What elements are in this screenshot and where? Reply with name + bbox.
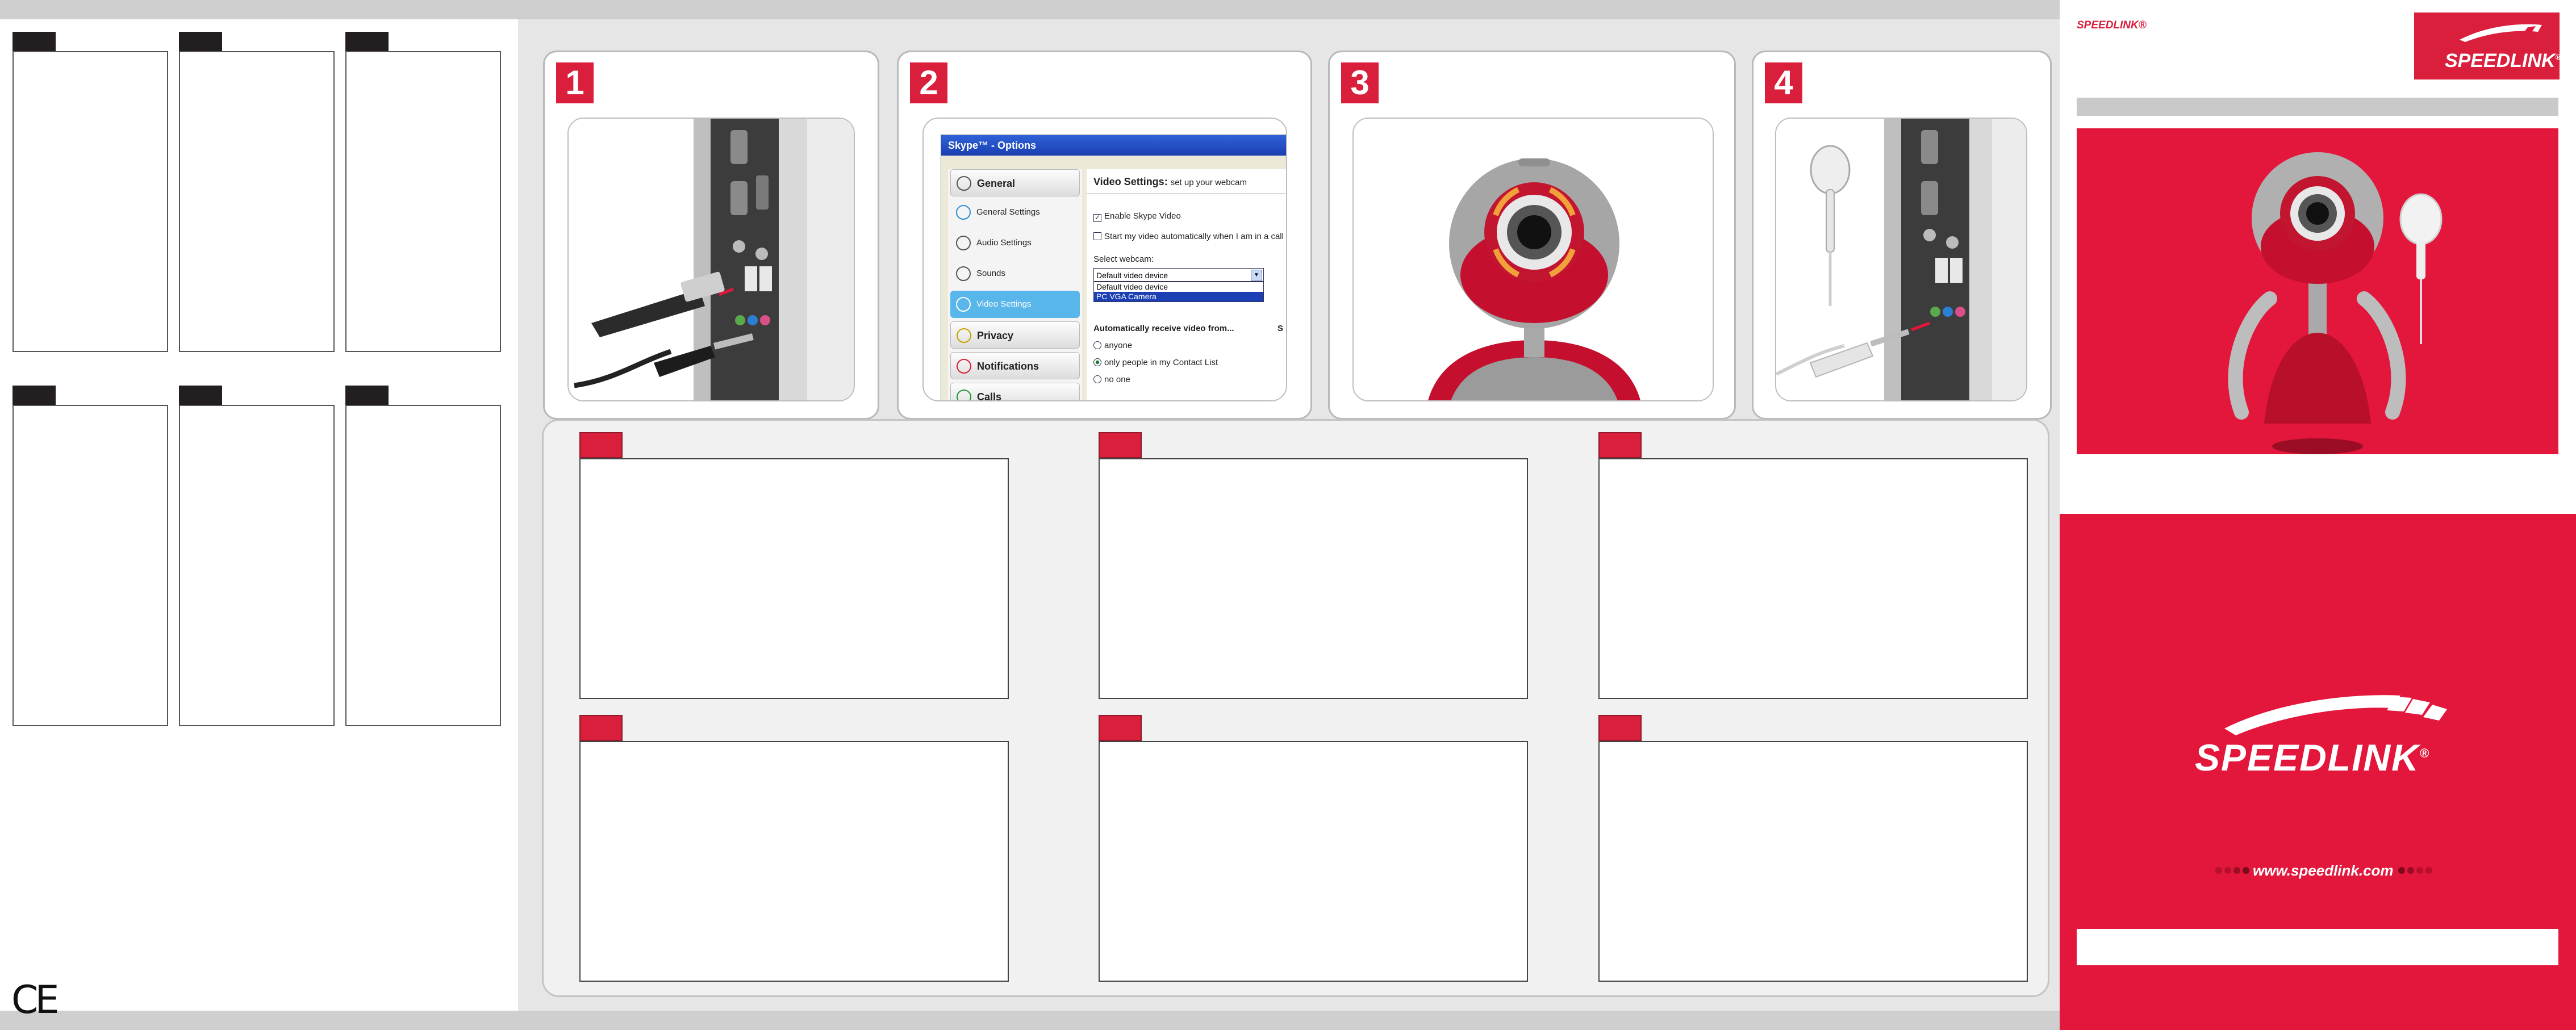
receive-video-label: Automatically receive video from... [1093, 324, 1234, 333]
window-title: Skype™ - Options [941, 135, 1286, 156]
language-text-box [579, 741, 1009, 982]
receive-option-anyone[interactable]: anyone [1093, 341, 1132, 350]
small-brand-logo: SPEEDLINK® [2077, 19, 2147, 31]
enable-video-checkbox[interactable]: ✓ Enable Skype Video [1093, 211, 1181, 222]
language-text-box [1598, 458, 2028, 699]
language-box [179, 405, 335, 726]
skype-options-window: Skype™ - Options General General Setting… [941, 135, 1286, 400]
brand-logo-box: SPEEDLINK® [2414, 12, 2561, 79]
video-settings-pane: Video Settings: set up your webcam ✓ Enab… [1087, 169, 1286, 400]
url-dots-right [2398, 866, 2432, 874]
left-panel: CE [0, 19, 518, 1023]
sidebar-item-general-settings[interactable]: General Settings [950, 199, 1080, 226]
step-number: 4 [1765, 62, 1802, 103]
bottom-bar [0, 1011, 2060, 1030]
sidebar-item-notifications[interactable]: Notifications [950, 352, 1080, 379]
step-card-1: 1 [543, 51, 879, 420]
language-text-box [1099, 741, 1528, 982]
step-number: 1 [556, 62, 594, 103]
brand-logo-text: SPEEDLINK® [2445, 50, 2561, 72]
webcam-select[interactable]: Default video device ▼ [1093, 268, 1264, 282]
panel-divider [518, 19, 525, 1011]
receive-option-contacts[interactable]: only people in my Contact List [1093, 358, 1218, 367]
ce-mark: CE [11, 978, 59, 1023]
step-card-3: 3 [1328, 51, 1736, 420]
webcam-dropdown-list: Default video device PC VGA Camera [1093, 282, 1264, 302]
language-flag-tab [1099, 432, 1142, 458]
language-text-box [579, 458, 1009, 699]
step-illustration-webcam-adjust [1352, 118, 1714, 401]
url-dots-left [2215, 866, 2249, 874]
webcam-option[interactable]: Default video device [1094, 282, 1263, 292]
step-number: 2 [910, 62, 947, 103]
webcam-headset-illustration [2077, 128, 2558, 454]
receive-option-no-one[interactable]: no one [1093, 375, 1130, 384]
sidebar-item-privacy[interactable]: Privacy [950, 321, 1080, 349]
language-flag-tab [1099, 715, 1142, 741]
language-tab [345, 386, 389, 405]
language-box [12, 51, 168, 352]
sidebar-item-sounds[interactable]: Sounds [950, 260, 1080, 287]
language-tab [345, 32, 389, 51]
text-boxes-panel [542, 419, 2049, 997]
step-illustration-usb-plug [567, 118, 855, 401]
webcam-option[interactable]: PC VGA Camera [1094, 292, 1263, 302]
sidebar-item-calls[interactable]: Calls [950, 383, 1080, 400]
language-tab [179, 32, 222, 51]
cut-text: S [1277, 324, 1284, 333]
settings-heading: Video Settings: set up your webcam [1093, 176, 1247, 187]
select-webcam-label: Select webcam: [1093, 254, 1154, 264]
grey-strip [2077, 98, 2558, 116]
language-flag-tab [579, 715, 623, 741]
language-box [179, 51, 335, 352]
language-flag-tab [1598, 432, 1642, 458]
sidebar-item-audio-settings[interactable]: Audio Settings [950, 229, 1080, 257]
language-tab [179, 386, 222, 405]
language-flag-tab [579, 432, 623, 458]
step-illustration-headset-plug [1775, 118, 2027, 401]
step-card-4: 4 [1752, 51, 2052, 420]
center-panel: 1 2 Skype™ - Options General General Set… [525, 19, 2060, 1011]
top-bar [0, 0, 2060, 19]
product-name-box [2077, 929, 2558, 965]
language-box [345, 405, 501, 726]
product-hero-image [2077, 128, 2558, 454]
language-tab [12, 386, 56, 405]
language-flag-tab [1598, 715, 1642, 741]
sidebar-item-general[interactable]: General [950, 169, 1080, 196]
website-link[interactable]: www.speedlink.com [2253, 862, 2394, 880]
language-text-box [1099, 458, 1528, 699]
step-number: 3 [1341, 62, 1379, 103]
language-box [345, 51, 501, 352]
step-card-2: 2 Skype™ - Options General General Setti… [897, 51, 1312, 420]
brand-logo-large: SPEEDLINK® [2195, 736, 2430, 778]
chevron-down-icon[interactable]: ▼ [1251, 270, 1262, 281]
sidebar-item-video-settings[interactable]: Video Settings [950, 291, 1080, 318]
language-box [12, 405, 168, 726]
options-sidebar: General General Settings Audio Settings … [948, 169, 1082, 400]
language-tab [12, 32, 56, 51]
step-illustration-skype-settings: Skype™ - Options General General Setting… [922, 118, 1287, 401]
language-text-box [1598, 741, 2028, 982]
start-video-checkbox[interactable]: Start my video automatically when I am i… [1093, 232, 1284, 241]
